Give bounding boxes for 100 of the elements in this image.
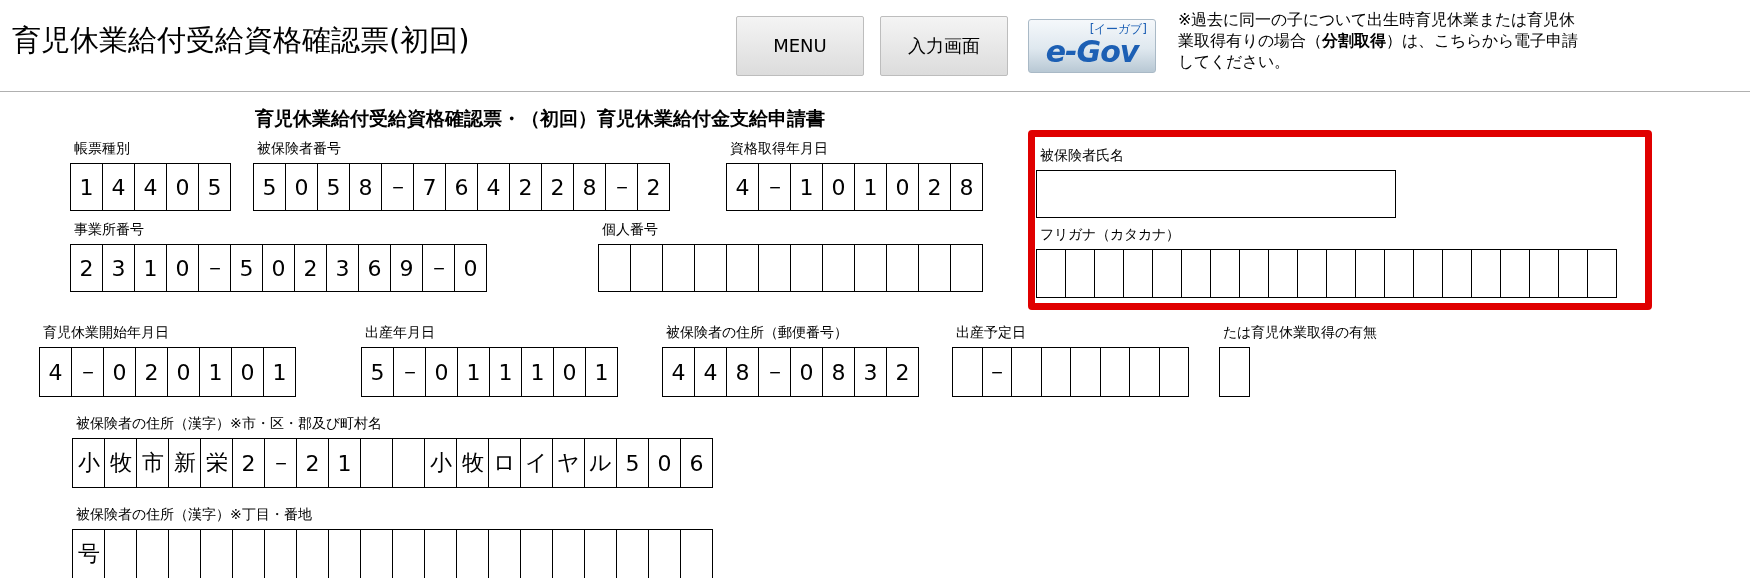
char-cell: 8	[950, 163, 983, 211]
char-cell: 1	[790, 163, 823, 211]
char-cell: 8	[726, 347, 759, 397]
char-cell: 0	[166, 244, 199, 292]
empty-cell	[1529, 249, 1559, 298]
empty-cell	[1471, 249, 1501, 298]
char-cell: 0	[886, 163, 919, 211]
empty-cell	[1094, 249, 1124, 298]
empty-cell	[630, 244, 663, 292]
char-cell: 4	[134, 163, 167, 211]
logo-text: e-Gov	[1045, 35, 1139, 68]
empty-cell	[1210, 249, 1240, 298]
page-title: 育児休業給付受給資格確認票(初回)	[12, 21, 471, 59]
char-cell: 9	[390, 244, 423, 292]
char-cell: 2	[296, 438, 329, 488]
empty-cell	[360, 438, 393, 488]
char-cell: 牧	[456, 438, 489, 488]
char-cell: 0	[262, 244, 295, 292]
char-cell: 市	[136, 438, 169, 488]
char-cell: 8	[349, 163, 382, 211]
char-cell: 2	[918, 163, 951, 211]
char-cell: 2	[232, 438, 265, 488]
empty-cell	[1129, 347, 1160, 397]
empty-cell	[918, 244, 951, 292]
char-cell: 5	[616, 438, 649, 488]
char-cell: 0	[167, 347, 200, 397]
char-cell: 4	[39, 347, 72, 397]
empty-cell	[392, 438, 425, 488]
char-cell: 0	[648, 438, 681, 488]
empty-cell	[1181, 249, 1211, 298]
field-label: 被保険者番号	[257, 140, 342, 157]
char-cell: 6	[445, 163, 478, 211]
field-label: 育児休業開始年月日	[43, 324, 170, 341]
char-cell: 8	[573, 163, 606, 211]
char-cell: 新	[168, 438, 201, 488]
char-cell: －	[381, 163, 414, 211]
char-cell: 0	[285, 163, 318, 211]
char-cell: 1	[489, 347, 522, 397]
char-cell: －	[393, 347, 426, 397]
nav-button[interactable]: 入力画面	[880, 15, 1008, 76]
empty-cell	[1158, 347, 1189, 397]
char-cell: 1	[854, 163, 887, 211]
char-cell: －	[981, 347, 1012, 397]
empty-cell	[1500, 249, 1530, 298]
char-cell: 2	[294, 244, 327, 292]
char-cell: 号	[72, 529, 105, 578]
char-cell: イ	[520, 438, 553, 488]
char-cell: 2	[637, 163, 670, 211]
char-cell: 5	[230, 244, 263, 292]
empty-cell	[1355, 249, 1385, 298]
egov-logo[interactable]: [イーガブ] e-Gov	[1028, 18, 1156, 73]
char-cell: 3	[326, 244, 359, 292]
empty-cell	[1036, 249, 1066, 298]
char-cell: 0	[103, 347, 136, 397]
char-cell: 0	[454, 244, 487, 292]
char-cell: 栄	[200, 438, 233, 488]
char-cell: 1	[328, 438, 361, 488]
char-cell: ヤ	[552, 438, 585, 488]
nav-button[interactable]: MENU	[736, 15, 864, 76]
char-cell: 2	[541, 163, 574, 211]
char-cell: 6	[358, 244, 391, 292]
field-label: 個人番号	[602, 221, 659, 238]
char-cell: 8	[822, 347, 855, 397]
char-cell: 4	[694, 347, 727, 397]
char-cell: 0	[231, 347, 264, 397]
char-cell: 1	[70, 163, 103, 211]
empty-cell	[950, 244, 983, 292]
empty-cell	[790, 244, 823, 292]
char-cell: 1	[457, 347, 490, 397]
char-cell: －	[264, 438, 297, 488]
empty-cell	[1123, 249, 1153, 298]
empty-cell	[854, 244, 887, 292]
empty-cell	[1040, 347, 1071, 397]
empty-cell	[1219, 347, 1250, 397]
char-cell: 小	[424, 438, 457, 488]
field-label: 被保険者の住所（漢字）※市・区・郡及び町村名	[76, 415, 383, 432]
empty-cell	[1587, 249, 1617, 298]
field-label: 資格取得年月日	[730, 140, 829, 157]
char-cell: 4	[477, 163, 510, 211]
char-cell: 1	[585, 347, 618, 397]
empty-cell	[1268, 249, 1298, 298]
char-cell: 2	[509, 163, 542, 211]
field-label: 被保険者の住所（漢字）※丁目・番地	[76, 506, 313, 523]
char-cell: 2	[135, 347, 168, 397]
char-cell: 牧	[104, 438, 137, 488]
char-cell: 0	[553, 347, 586, 397]
char-cell: 6	[680, 438, 713, 488]
char-cell: 1	[521, 347, 554, 397]
char-cell: －	[422, 244, 455, 292]
field-label: 被保険者氏名	[1040, 147, 1125, 164]
char-cell: 小	[72, 438, 105, 488]
empty-cell	[1413, 249, 1443, 298]
char-cell: 5	[361, 347, 394, 397]
notice-text: ※過去に同一の子について出生時育児休業または育児休業取得有りの場合（分割取得）は、こちらから電子申請してください。	[1178, 9, 1578, 73]
field-label: 事業所番号	[74, 221, 145, 238]
char-cell: 1	[263, 347, 296, 397]
empty-cell	[1011, 347, 1042, 397]
field-label: 出産年月日	[365, 324, 436, 341]
empty-cell	[662, 244, 695, 292]
char-cell: 5	[253, 163, 286, 211]
